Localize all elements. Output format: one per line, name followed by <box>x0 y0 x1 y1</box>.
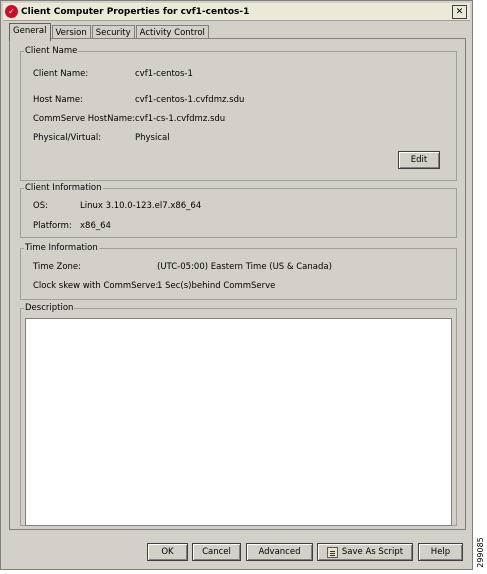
os-label: OS: <box>33 201 48 211</box>
os-value: Linux 3.10.0-123.el7.x86_64 <box>80 201 202 211</box>
platform-label: Platform: <box>33 221 72 231</box>
host-name-value: cvf1-centos-1.cvfdmz.sdu <box>135 95 245 105</box>
title-bar[interactable]: ✓ Client Computer Properties for cvf1-ce… <box>3 3 470 21</box>
platform-value: x86_64 <box>80 221 111 231</box>
tab-bar: General Version Security Activity Contro… <box>9 23 210 41</box>
client-information-group: Client Information OS: Linux 3.10.0-123.… <box>20 183 457 238</box>
save-as-script-label: Save As Script <box>341 547 404 557</box>
commvault-logo-icon: ✓ <box>5 5 18 18</box>
figure-number-text: 299085 <box>476 536 486 568</box>
time-zone-value: (UTC-05:00) Eastern Time (US & Canada) <box>157 262 332 272</box>
time-zone-label: Time Zone: <box>33 262 82 272</box>
edit-button[interactable]: Edit <box>398 151 440 169</box>
close-icon[interactable]: ✕ <box>452 5 467 19</box>
host-name-label: Host Name: <box>33 95 83 105</box>
time-information-group-title: Time Information <box>24 243 99 253</box>
client-name-label: Client Name: <box>33 69 89 79</box>
time-information-group: Time Information Time Zone: (UTC-05:00) … <box>20 243 457 300</box>
description-group: Description <box>20 303 457 526</box>
clock-skew-label: Clock skew with CommServe: <box>33 281 159 291</box>
physical-virtual-label: Physical/Virtual: <box>33 133 102 143</box>
client-information-group-title: Client Information <box>24 183 103 193</box>
properties-dialog: ✓ Client Computer Properties for cvf1-ce… <box>0 0 473 570</box>
ok-button[interactable]: OK <box>147 543 188 561</box>
cancel-button[interactable]: Cancel <box>192 543 241 561</box>
commserve-hostname-value: cvf1-cs-1.cvfdmz.sdu <box>135 114 226 124</box>
advanced-button[interactable]: Advanced <box>246 543 313 561</box>
script-icon <box>326 546 338 558</box>
general-tab-panel: Client Name Client Name: cvf1-centos-1 H… <box>9 38 466 530</box>
help-button[interactable]: Help <box>418 543 463 561</box>
clock-skew-value: 1 Sec(s)behind CommServe <box>157 281 276 291</box>
figure-number: 299085 <box>474 534 487 570</box>
client-name-group: Client Name Client Name: cvf1-centos-1 H… <box>20 46 457 181</box>
dialog-title: Client Computer Properties for cvf1-cent… <box>21 6 250 17</box>
client-name-value: cvf1-centos-1 <box>135 69 193 79</box>
description-textarea[interactable] <box>25 318 452 526</box>
tab-general[interactable]: General <box>9 23 51 41</box>
description-group-title: Description <box>24 303 75 313</box>
physical-virtual-value: Physical <box>135 133 170 143</box>
client-name-group-title: Client Name <box>24 46 79 56</box>
commserve-hostname-label: CommServe HostName: <box>33 114 136 124</box>
save-as-script-button[interactable]: Save As Script <box>317 543 413 561</box>
